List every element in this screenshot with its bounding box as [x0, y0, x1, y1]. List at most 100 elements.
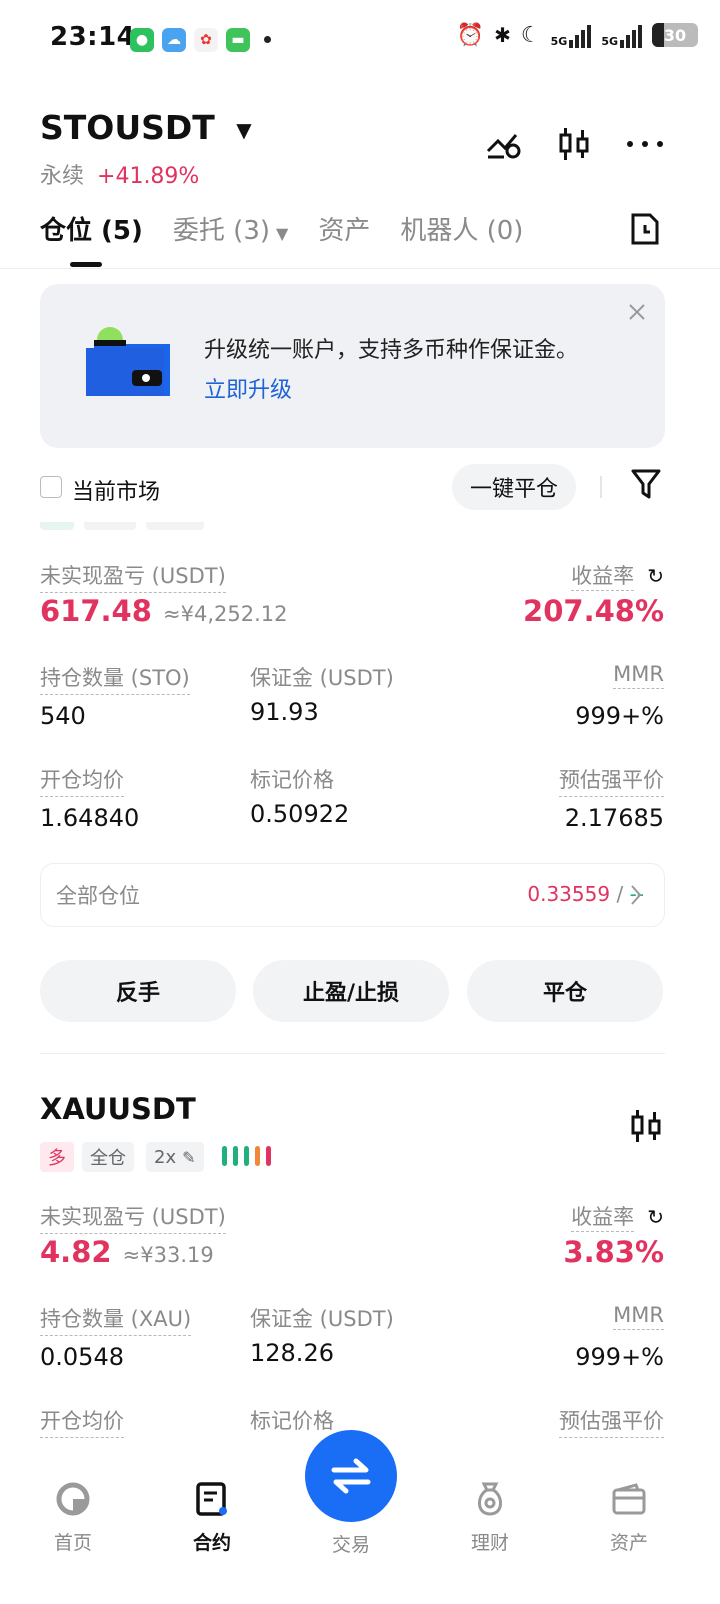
upnl-value: 4.82	[40, 1235, 112, 1269]
position-tabs: 仓位 (5) 委托 (3) ▼ 资产 机器人 (0)	[40, 210, 523, 247]
leverage-tag[interactable]: 2x ✎	[146, 1142, 204, 1172]
tab-bots[interactable]: 机器人 (0)	[400, 210, 523, 247]
current-market-label: 当前市场	[72, 480, 161, 505]
nav-home[interactable]: 首页	[33, 1480, 113, 1555]
current-market-checkbox[interactable]	[40, 476, 62, 498]
mmr-value: 999+%	[575, 1343, 664, 1371]
upnl-value: 617.48	[40, 594, 152, 628]
status-time: 23:14	[50, 22, 136, 52]
all-positions-label: 全部仓位	[56, 884, 140, 908]
upnl-cny: ≈¥33.19	[122, 1243, 214, 1267]
trade-fab[interactable]	[305, 1430, 397, 1522]
nav-earn[interactable]: 理财	[450, 1480, 530, 1555]
roe-value: 207.48%	[523, 594, 664, 628]
mmr-label[interactable]: MMR	[613, 662, 664, 689]
mark-price-label: 标记价格	[250, 1409, 334, 1433]
tab-orders[interactable]: 委托 (3) ▼	[173, 210, 288, 247]
more-icon[interactable]	[626, 140, 664, 148]
symbol-selector[interactable]: STOUSDT ▼	[40, 108, 252, 147]
mmr-value: 999+%	[575, 702, 664, 730]
battery-icon: 30	[652, 23, 698, 47]
mmr-label[interactable]: MMR	[613, 1303, 664, 1330]
signal-icon-2: 5G	[601, 22, 642, 48]
tpsl-button[interactable]: 止盈/止损	[253, 960, 449, 1022]
caret-down-icon: ▼	[276, 224, 289, 243]
header-actions	[486, 126, 664, 162]
mark-price-label: 标记价格	[250, 768, 334, 792]
app-icon: ✿	[194, 28, 218, 52]
share-icon[interactable]: ↻	[647, 1205, 664, 1229]
close-all-button[interactable]: 一键平仓	[452, 464, 576, 510]
liq-price-value: 2.17685	[564, 804, 664, 832]
entry-price-label[interactable]: 开仓均价	[40, 764, 124, 797]
entry-price-label[interactable]: 开仓均价	[40, 1405, 124, 1438]
message-icon: ▬	[226, 28, 250, 52]
risk-level-bars	[222, 1146, 271, 1166]
entry-price-value: 1.64840	[40, 804, 140, 832]
tag-fragment	[40, 522, 74, 530]
mark-price-value: 0.50922	[250, 800, 350, 828]
price-change: +41.89%	[97, 164, 200, 189]
position-divider	[40, 1053, 665, 1054]
contract-icon	[196, 1482, 227, 1516]
caret-down-icon: ▼	[236, 117, 252, 142]
alarm-icon: ⏰	[456, 22, 485, 48]
tag-fragment	[84, 522, 136, 530]
tab-assets[interactable]: 资产	[318, 210, 370, 247]
qty-value: 0.0548	[40, 1343, 124, 1371]
symbol-title: STOUSDT	[40, 108, 215, 147]
margin-label: 保证金 (USDT)	[250, 666, 394, 690]
upnl-label[interactable]: 未实现盈亏 (USDT)	[40, 560, 226, 593]
side-tag: 多	[40, 1142, 74, 1172]
moon-icon: ☾	[520, 22, 541, 48]
close-icon[interactable]	[628, 303, 646, 321]
candlestick-icon[interactable]	[630, 1108, 662, 1144]
more-notifications-icon	[264, 36, 271, 43]
qty-value: 540	[40, 702, 86, 730]
weather-icon: ☁	[162, 28, 186, 52]
wallet-illustration-icon	[86, 327, 170, 396]
share-icon[interactable]: ↻	[647, 564, 664, 588]
filter-icon[interactable]	[631, 468, 661, 500]
liq-price-label[interactable]: 预估强平价	[559, 1405, 664, 1438]
price-alert-icon[interactable]	[486, 127, 522, 161]
upnl-label[interactable]: 未实现盈亏 (USDT)	[40, 1201, 226, 1234]
contract-subtitle: 永续 +41.89%	[40, 164, 200, 189]
upnl-row: 617.48 ≈¥4,252.12	[40, 594, 288, 628]
tab-positions[interactable]: 仓位 (5)	[40, 210, 143, 247]
edit-icon: ✎	[182, 1147, 196, 1167]
earn-icon	[478, 1482, 502, 1516]
banner-text: 升级统一账户，支持多币种作保证金。	[204, 338, 579, 363]
active-tab-indicator	[70, 262, 102, 267]
filter-separator	[600, 476, 602, 498]
upnl-row: 4.82 ≈¥33.19	[40, 1235, 214, 1269]
position-symbol[interactable]: XAUUSDT	[40, 1092, 196, 1126]
qty-label[interactable]: 持仓数量 (STO)	[40, 662, 190, 695]
upgrade-link[interactable]: 立即升级	[204, 372, 292, 404]
margin-label: 保证金 (USDT)	[250, 1307, 394, 1331]
chevron-right-icon	[631, 885, 642, 905]
tabs-divider	[0, 268, 720, 269]
roe-label-row[interactable]: 收益率 ↻	[571, 560, 664, 591]
home-icon	[56, 1482, 90, 1516]
margin-mode-tag: 全仓	[82, 1142, 134, 1172]
wechat-icon: ●	[130, 28, 154, 52]
bluetooth-icon: ✱	[494, 23, 511, 47]
status-icons: ⏰ ✱ ☾ 5G 5G 30	[457, 22, 698, 48]
roe-label-row[interactable]: 收益率 ↻	[571, 1201, 664, 1232]
all-positions-values: 0.33559 / --	[527, 882, 644, 906]
nav-assets[interactable]: 资产	[589, 1480, 669, 1555]
close-position-button[interactable]: 平仓	[467, 960, 663, 1022]
reverse-button[interactable]: 反手	[40, 960, 236, 1022]
qty-label[interactable]: 持仓数量 (XAU)	[40, 1303, 192, 1336]
upnl-cny: ≈¥4,252.12	[163, 602, 288, 626]
roe-value: 3.83%	[563, 1235, 664, 1269]
history-icon[interactable]	[630, 212, 660, 246]
nav-trade-label[interactable]: 交易	[311, 1530, 391, 1557]
wallet-icon	[612, 1483, 646, 1515]
nav-contract[interactable]: 合约	[172, 1480, 252, 1555]
liq-price-label[interactable]: 预估强平价	[559, 764, 664, 797]
signal-icon-1: 5G	[551, 22, 592, 48]
candlestick-icon[interactable]	[558, 126, 590, 162]
margin-value: 128.26	[250, 1339, 334, 1367]
